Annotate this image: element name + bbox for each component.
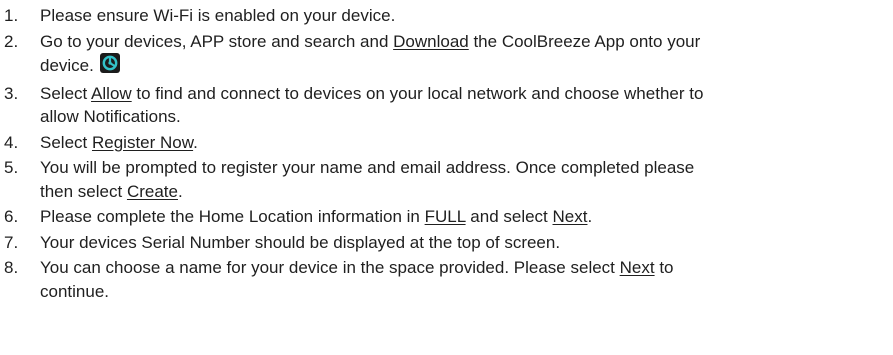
step-text-line: You can choose a name for your device in… xyxy=(40,256,893,280)
step-number: 5. xyxy=(4,158,19,177)
step-action-link[interactable]: FULL xyxy=(425,207,466,226)
step-text: then select xyxy=(40,181,127,201)
setup-steps-list: 1. Please ensure Wi-Fi is enabled on your… xyxy=(0,4,893,305)
step-item: 1. Please ensure Wi-Fi is enabled on your… xyxy=(0,4,893,28)
instruction-document: 1. Please ensure Wi-Fi is enabled on your… xyxy=(0,0,893,355)
step-text: and select xyxy=(465,207,553,226)
step-text-line: Please complete the Home Location inform… xyxy=(40,205,893,229)
step-text: . xyxy=(587,207,593,226)
step-text-line: Please ensure Wi-Fi is enabled on your d… xyxy=(40,4,893,28)
step-text-line: Your devices Serial Number should be dis… xyxy=(40,231,893,255)
step-text: Please ensure Wi-Fi is enabled on your d… xyxy=(40,6,396,25)
step-text: Please complete the Home Location inform… xyxy=(40,207,425,226)
step-text: Your devices Serial Number should be dis… xyxy=(40,232,561,252)
step-text: . xyxy=(177,181,183,201)
step-text-line: continue. xyxy=(40,280,893,304)
step-action-link[interactable]: Next xyxy=(553,207,588,226)
step-item: 8. You can choose a name for your device … xyxy=(0,256,893,303)
step-text: to xyxy=(654,258,674,277)
step-number: 1. xyxy=(4,6,19,25)
coolbreeze-app-icon xyxy=(99,53,120,80)
step-action-link[interactable]: Create xyxy=(127,182,178,201)
step-text: Select xyxy=(40,83,92,103)
step-text: continue. xyxy=(40,281,109,301)
step-number: 7. xyxy=(4,232,19,252)
step-text: . xyxy=(193,132,198,152)
step-text: Go to your devices, APP store and search… xyxy=(40,31,394,51)
step-text: You will be prompted to register your na… xyxy=(40,158,695,177)
step-text-line: You will be prompted to register your na… xyxy=(40,156,893,180)
step-text-line: allow Notifications. xyxy=(40,105,893,129)
step-item: 4. Select Register Now. xyxy=(0,131,893,155)
step-text: allow Notifications. xyxy=(40,107,181,126)
step-text: Select xyxy=(40,132,92,152)
step-number: 4. xyxy=(4,132,19,152)
step-text-line: Go to your devices, APP store and search… xyxy=(40,30,893,54)
step-text-line: then select Create. xyxy=(40,180,893,204)
step-text: You can choose a name for your device in… xyxy=(40,258,620,277)
step-text: device. xyxy=(40,56,94,75)
step-item: 2. Go to your devices, APP store and sear… xyxy=(0,30,893,80)
step-action-link[interactable]: Register Now xyxy=(92,133,193,152)
step-text-line: Select Allow to find and connect to devi… xyxy=(40,82,893,106)
step-action-link[interactable]: Next xyxy=(620,258,655,277)
step-number: 8. xyxy=(4,258,19,277)
step-text-line: device. xyxy=(40,53,893,80)
step-item: 6. Please complete the Home Location info… xyxy=(0,205,893,229)
step-text: the CoolBreeze App onto your xyxy=(468,31,701,51)
step-item: 7. Your devices Serial Number should be d… xyxy=(0,231,893,255)
step-action-link[interactable]: Download xyxy=(393,32,469,51)
step-number: 6. xyxy=(4,207,19,226)
step-item: 3. Select Allow to find and connect to de… xyxy=(0,82,893,129)
step-text: to find and connect to devices on your l… xyxy=(131,83,704,103)
step-number: 3. xyxy=(4,83,19,103)
step-item: 5. You will be prompted to register your … xyxy=(0,156,893,203)
step-action-link[interactable]: Allow xyxy=(91,84,132,103)
step-number: 2. xyxy=(4,31,19,51)
step-text-line: Select Register Now. xyxy=(40,131,893,155)
